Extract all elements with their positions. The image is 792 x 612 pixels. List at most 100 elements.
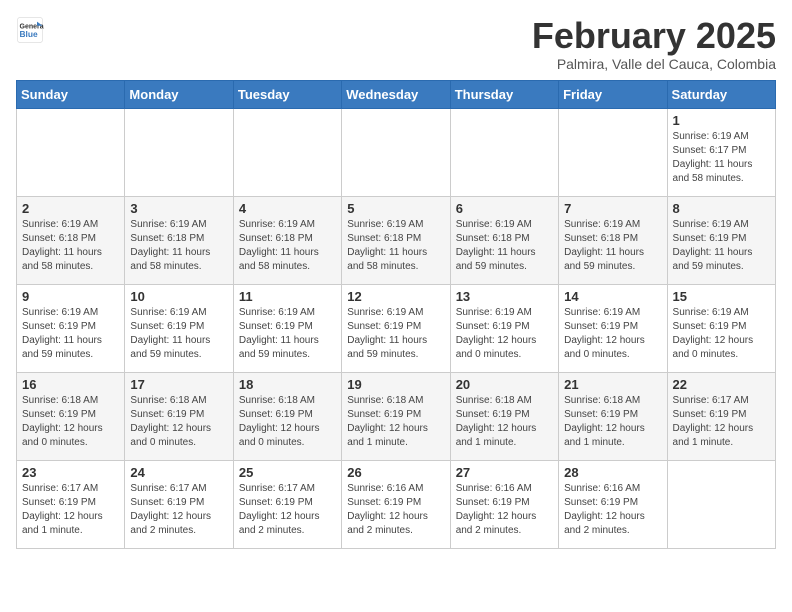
day-info: Sunrise: 6:19 AM Sunset: 6:19 PM Dayligh… bbox=[239, 306, 336, 362]
week-row-3: 9 Sunrise: 6:19 AM Sunset: 6:19 PM Daylig… bbox=[17, 284, 776, 372]
calendar-cell bbox=[559, 108, 667, 196]
day-info: Sunrise: 6:19 AM Sunset: 6:18 PM Dayligh… bbox=[22, 218, 119, 274]
calendar-cell bbox=[125, 108, 233, 196]
day-number: 21 bbox=[564, 377, 661, 392]
day-number: 15 bbox=[673, 289, 770, 304]
day-number: 28 bbox=[564, 465, 661, 480]
day-number: 26 bbox=[347, 465, 444, 480]
day-number: 23 bbox=[22, 465, 119, 480]
weekday-header-thursday: Thursday bbox=[450, 80, 558, 108]
weekday-header-sunday: Sunday bbox=[17, 80, 125, 108]
day-info: Sunrise: 6:17 AM Sunset: 6:19 PM Dayligh… bbox=[22, 482, 119, 538]
day-number: 22 bbox=[673, 377, 770, 392]
day-info: Sunrise: 6:19 AM Sunset: 6:19 PM Dayligh… bbox=[673, 218, 770, 274]
day-number: 12 bbox=[347, 289, 444, 304]
day-info: Sunrise: 6:17 AM Sunset: 6:19 PM Dayligh… bbox=[239, 482, 336, 538]
calendar-cell: 3 Sunrise: 6:19 AM Sunset: 6:18 PM Daylig… bbox=[125, 196, 233, 284]
calendar-cell: 15 Sunrise: 6:19 AM Sunset: 6:19 PM Dayli… bbox=[667, 284, 775, 372]
weekday-header-wednesday: Wednesday bbox=[342, 80, 450, 108]
day-number: 10 bbox=[130, 289, 227, 304]
calendar-cell: 18 Sunrise: 6:18 AM Sunset: 6:19 PM Dayli… bbox=[233, 372, 341, 460]
calendar-cell: 12 Sunrise: 6:19 AM Sunset: 6:19 PM Dayli… bbox=[342, 284, 450, 372]
calendar-table: SundayMondayTuesdayWednesdayThursdayFrid… bbox=[16, 80, 776, 549]
calendar-cell bbox=[667, 460, 775, 548]
day-number: 14 bbox=[564, 289, 661, 304]
calendar-cell: 10 Sunrise: 6:19 AM Sunset: 6:19 PM Dayli… bbox=[125, 284, 233, 372]
day-info: Sunrise: 6:16 AM Sunset: 6:19 PM Dayligh… bbox=[347, 482, 444, 538]
day-number: 7 bbox=[564, 201, 661, 216]
calendar-cell: 13 Sunrise: 6:19 AM Sunset: 6:19 PM Dayli… bbox=[450, 284, 558, 372]
calendar-cell: 22 Sunrise: 6:17 AM Sunset: 6:19 PM Dayli… bbox=[667, 372, 775, 460]
day-info: Sunrise: 6:16 AM Sunset: 6:19 PM Dayligh… bbox=[456, 482, 553, 538]
day-info: Sunrise: 6:18 AM Sunset: 6:19 PM Dayligh… bbox=[22, 394, 119, 450]
weekday-header-friday: Friday bbox=[559, 80, 667, 108]
day-number: 27 bbox=[456, 465, 553, 480]
day-info: Sunrise: 6:18 AM Sunset: 6:19 PM Dayligh… bbox=[347, 394, 444, 450]
day-number: 25 bbox=[239, 465, 336, 480]
day-info: Sunrise: 6:19 AM Sunset: 6:19 PM Dayligh… bbox=[456, 306, 553, 362]
page-header: General Blue February 2025 Palmira, Vall… bbox=[16, 16, 776, 72]
logo: General Blue bbox=[16, 16, 44, 44]
day-info: Sunrise: 6:18 AM Sunset: 6:19 PM Dayligh… bbox=[456, 394, 553, 450]
day-info: Sunrise: 6:19 AM Sunset: 6:19 PM Dayligh… bbox=[347, 306, 444, 362]
day-info: Sunrise: 6:18 AM Sunset: 6:19 PM Dayligh… bbox=[564, 394, 661, 450]
day-number: 16 bbox=[22, 377, 119, 392]
calendar-cell: 19 Sunrise: 6:18 AM Sunset: 6:19 PM Dayli… bbox=[342, 372, 450, 460]
calendar-cell: 24 Sunrise: 6:17 AM Sunset: 6:19 PM Dayli… bbox=[125, 460, 233, 548]
day-number: 9 bbox=[22, 289, 119, 304]
week-row-2: 2 Sunrise: 6:19 AM Sunset: 6:18 PM Daylig… bbox=[17, 196, 776, 284]
calendar-cell: 25 Sunrise: 6:17 AM Sunset: 6:19 PM Dayli… bbox=[233, 460, 341, 548]
calendar-cell bbox=[17, 108, 125, 196]
day-number: 13 bbox=[456, 289, 553, 304]
svg-text:Blue: Blue bbox=[20, 29, 38, 39]
day-number: 19 bbox=[347, 377, 444, 392]
calendar-cell: 8Sunrise: 6:19 AM Sunset: 6:19 PM Daylig… bbox=[667, 196, 775, 284]
day-info: Sunrise: 6:19 AM Sunset: 6:18 PM Dayligh… bbox=[239, 218, 336, 274]
day-number: 20 bbox=[456, 377, 553, 392]
calendar-cell: 16 Sunrise: 6:18 AM Sunset: 6:19 PM Dayli… bbox=[17, 372, 125, 460]
day-number: 1 bbox=[673, 113, 770, 128]
day-info: Sunrise: 6:19 AM Sunset: 6:19 PM Dayligh… bbox=[130, 306, 227, 362]
weekday-header-saturday: Saturday bbox=[667, 80, 775, 108]
calendar-cell: 23 Sunrise: 6:17 AM Sunset: 6:19 PM Dayli… bbox=[17, 460, 125, 548]
day-info: Sunrise: 6:19 AM Sunset: 6:18 PM Dayligh… bbox=[347, 218, 444, 274]
weekday-header-tuesday: Tuesday bbox=[233, 80, 341, 108]
calendar-cell: 20 Sunrise: 6:18 AM Sunset: 6:19 PM Dayli… bbox=[450, 372, 558, 460]
calendar-cell: 7 Sunrise: 6:19 AM Sunset: 6:18 PM Daylig… bbox=[559, 196, 667, 284]
day-number: 4 bbox=[239, 201, 336, 216]
day-info: Sunrise: 6:17 AM Sunset: 6:19 PM Dayligh… bbox=[673, 394, 770, 450]
calendar-cell: 11 Sunrise: 6:19 AM Sunset: 6:19 PM Dayli… bbox=[233, 284, 341, 372]
calendar-cell bbox=[233, 108, 341, 196]
day-info: Sunrise: 6:19 AM Sunset: 6:18 PM Dayligh… bbox=[564, 218, 661, 274]
calendar-cell: 17 Sunrise: 6:18 AM Sunset: 6:19 PM Dayli… bbox=[125, 372, 233, 460]
day-number: 6 bbox=[456, 201, 553, 216]
calendar-cell: 4 Sunrise: 6:19 AM Sunset: 6:18 PM Daylig… bbox=[233, 196, 341, 284]
day-number: 3 bbox=[130, 201, 227, 216]
calendar-cell bbox=[450, 108, 558, 196]
day-number: 2 bbox=[22, 201, 119, 216]
day-number: 11 bbox=[239, 289, 336, 304]
day-info: Sunrise: 6:19 AM Sunset: 6:18 PM Dayligh… bbox=[456, 218, 553, 274]
calendar-cell: 5 Sunrise: 6:19 AM Sunset: 6:18 PM Daylig… bbox=[342, 196, 450, 284]
calendar-cell: 26 Sunrise: 6:16 AM Sunset: 6:19 PM Dayli… bbox=[342, 460, 450, 548]
logo-icon: General Blue bbox=[16, 16, 44, 44]
day-info: Sunrise: 6:19 AM Sunset: 6:19 PM Dayligh… bbox=[673, 306, 770, 362]
week-row-5: 23 Sunrise: 6:17 AM Sunset: 6:19 PM Dayli… bbox=[17, 460, 776, 548]
calendar-cell: 28 Sunrise: 6:16 AM Sunset: 6:19 PM Dayli… bbox=[559, 460, 667, 548]
day-number: 17 bbox=[130, 377, 227, 392]
day-number: 18 bbox=[239, 377, 336, 392]
weekday-header-row: SundayMondayTuesdayWednesdayThursdayFrid… bbox=[17, 80, 776, 108]
calendar-cell bbox=[342, 108, 450, 196]
day-info: Sunrise: 6:17 AM Sunset: 6:19 PM Dayligh… bbox=[130, 482, 227, 538]
calendar-cell: 14 Sunrise: 6:19 AM Sunset: 6:19 PM Dayli… bbox=[559, 284, 667, 372]
day-info: Sunrise: 6:16 AM Sunset: 6:19 PM Dayligh… bbox=[564, 482, 661, 538]
calendar-title: February 2025 bbox=[532, 16, 776, 56]
day-info: Sunrise: 6:18 AM Sunset: 6:19 PM Dayligh… bbox=[239, 394, 336, 450]
week-row-4: 16 Sunrise: 6:18 AM Sunset: 6:19 PM Dayli… bbox=[17, 372, 776, 460]
day-number: 5 bbox=[347, 201, 444, 216]
day-number: 24 bbox=[130, 465, 227, 480]
day-info: Sunrise: 6:19 AM Sunset: 6:19 PM Dayligh… bbox=[564, 306, 661, 362]
day-info: Sunrise: 6:18 AM Sunset: 6:19 PM Dayligh… bbox=[130, 394, 227, 450]
day-info: Sunrise: 6:19 AM Sunset: 6:18 PM Dayligh… bbox=[130, 218, 227, 274]
calendar-cell: 6 Sunrise: 6:19 AM Sunset: 6:18 PM Daylig… bbox=[450, 196, 558, 284]
